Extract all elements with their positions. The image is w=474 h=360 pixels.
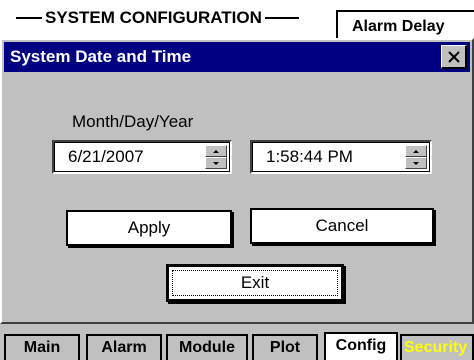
date-spin-arrows <box>205 145 227 169</box>
tab-alarm[interactable]: Alarm <box>86 334 162 360</box>
exit-focus-ring: Exit <box>172 270 338 296</box>
close-button[interactable] <box>441 45 467 69</box>
date-time-dialog: System Date and Time Month/Day/Year 6/21… <box>0 38 474 324</box>
date-format-label: Month/Day/Year <box>72 112 194 131</box>
up-arrow-icon <box>213 149 219 153</box>
time-value[interactable]: 1:58:44 PM <box>266 142 353 172</box>
tab-module[interactable]: Module <box>166 334 248 360</box>
time-spinner[interactable]: 1:58:44 PM <box>250 140 432 174</box>
time-up-button[interactable] <box>405 145 427 157</box>
exit-button[interactable]: Exit <box>166 264 344 302</box>
tab-security[interactable]: Security <box>400 334 474 360</box>
down-arrow-icon <box>213 161 219 165</box>
time-down-button[interactable] <box>405 157 427 169</box>
tab-plot[interactable]: Plot <box>252 334 318 360</box>
date-down-button[interactable] <box>205 157 227 169</box>
date-value[interactable]: 6/21/2007 <box>68 142 144 172</box>
screen-header: SYSTEM CONFIGURATION Alarm Delay <box>0 0 474 44</box>
dialog-titlebar: System Date and Time <box>4 42 470 72</box>
tab-config[interactable]: Config <box>324 332 398 360</box>
screen-title: SYSTEM CONFIGURATION <box>4 8 324 28</box>
dialog-title: System Date and Time <box>10 47 192 66</box>
date-spinner[interactable]: 6/21/2007 <box>52 140 232 174</box>
tab-main[interactable]: Main <box>4 334 80 360</box>
screen-title-text: SYSTEM CONFIGURATION <box>45 8 262 27</box>
close-icon <box>447 50 460 63</box>
up-arrow-icon <box>413 149 419 153</box>
time-spin-arrows <box>405 145 427 169</box>
apply-button[interactable]: Apply <box>66 210 232 246</box>
title-rule-left <box>16 17 42 19</box>
down-arrow-icon <box>413 161 419 165</box>
bottom-tab-bar: Main Alarm Module Plot Config Security <box>0 330 474 360</box>
cancel-button[interactable]: Cancel <box>250 208 434 244</box>
date-up-button[interactable] <box>205 145 227 157</box>
title-rule-right <box>264 17 299 19</box>
